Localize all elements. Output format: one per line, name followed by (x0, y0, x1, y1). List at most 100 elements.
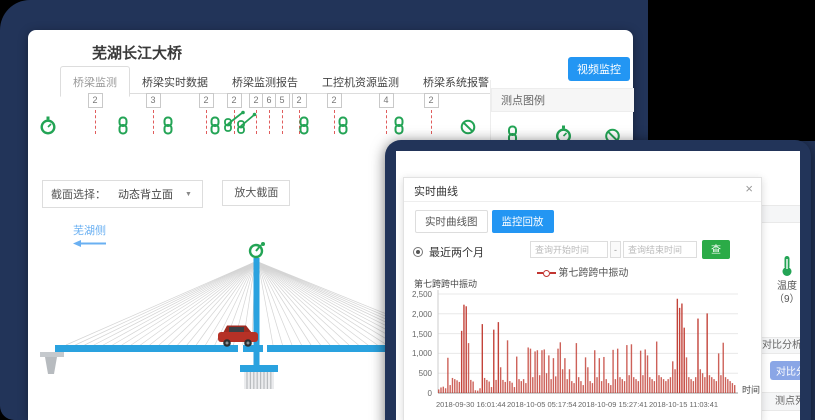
chart-bar (649, 377, 650, 393)
chart-bar (544, 349, 545, 393)
chart-bar (530, 349, 531, 393)
app-background: 芜湖长江大桥 桥梁监测桥梁实时数据桥梁监测报告工控机资源监测桥梁系统报警 视频监… (0, 0, 815, 420)
chart-bar (610, 385, 611, 393)
temperature-count: （9） (774, 290, 800, 305)
link-icon (393, 116, 406, 140)
bridge-pylon-stem (254, 352, 260, 365)
chart-bar (702, 373, 703, 393)
chart-bar (564, 358, 565, 393)
chart-bar (626, 345, 627, 393)
chart-bar (443, 387, 444, 393)
y-tick-label: 500 (404, 369, 432, 378)
chart-bar (684, 328, 685, 393)
dialog-tab-bar: 实时曲线图监控回放 (415, 210, 558, 233)
sensor-count-badge: 2 (292, 93, 307, 108)
section-selector-row: 截面选择： 动态背立面 ▼ 放大截面 (42, 180, 290, 206)
chart-bar (663, 379, 664, 393)
chart-bar (548, 355, 549, 393)
sensor-count-badge: 2 (88, 93, 103, 108)
chart-bar (622, 379, 623, 393)
chart-bar (569, 369, 570, 393)
sensor-count-badge: 2 (424, 93, 439, 108)
chevron-down-icon: ▼ (185, 191, 192, 198)
chart-bar (580, 381, 581, 393)
chart-bar (603, 357, 604, 393)
x-tick-label: 2018-09-30 16:01:44 (436, 400, 506, 409)
chart-bar (463, 305, 464, 393)
recent-range-radio-row: 最近两个月 (413, 244, 484, 260)
section-dropdown[interactable]: 动态背立面 ▼ (112, 186, 202, 202)
y-tick-label: 1,000 (404, 349, 432, 358)
chart-bar (720, 375, 721, 393)
chart-bar (507, 340, 508, 393)
chart-bar (454, 379, 455, 393)
clock-icon (40, 116, 57, 140)
dashed-line (153, 110, 154, 134)
chart-bar (700, 369, 701, 393)
x-tick-label: 2018-10-05 05:17:54 (507, 400, 577, 409)
chart-bar (688, 377, 689, 393)
chart-bar (681, 304, 682, 394)
chart-bar (550, 379, 551, 393)
chart-bar (470, 380, 471, 393)
chart-bar (518, 379, 519, 393)
end-time-input[interactable] (623, 241, 697, 258)
realtime-curve-dialog: 实时曲线 × 实时曲线图监控回放 最近两个月 - 查询 第七跨跨中振动 第七跨跨… (403, 177, 762, 420)
chart-bar (525, 383, 526, 393)
sensor-marker-dash[interactable]: 2 (82, 90, 108, 134)
chart-bar (686, 357, 687, 393)
chart-bar (587, 367, 588, 393)
chart-bar (466, 306, 467, 393)
chart-bar (477, 391, 478, 393)
chart-bar (596, 377, 597, 393)
dialog-tab-1[interactable]: 监控回放 (492, 210, 554, 233)
chart-bar (541, 350, 542, 393)
legend-series-name: 第七跨跨中振动 (558, 268, 628, 279)
video-monitor-button[interactable]: 视频监控 (568, 57, 630, 81)
dialog-tab-0[interactable]: 实时曲线图 (415, 210, 488, 233)
chart-bar (585, 357, 586, 393)
chart-bar (447, 358, 448, 393)
chart-bar (647, 355, 648, 393)
chart-bar (656, 342, 657, 393)
dashed-line (431, 110, 432, 134)
y-tick-label: 2,000 (404, 310, 432, 319)
chart-bar (488, 382, 489, 393)
chart-bar (479, 388, 480, 393)
bridge-deck (55, 345, 238, 352)
enlarge-section-button[interactable]: 放大截面 (222, 180, 290, 206)
chart-bar (645, 349, 646, 393)
start-time-input[interactable] (530, 241, 608, 258)
chart-bar (667, 379, 668, 393)
chart-bar (583, 385, 584, 393)
chart-bar (633, 377, 634, 393)
link-icon (298, 116, 311, 140)
radio-selected-icon[interactable] (413, 247, 423, 257)
chart-bar (658, 375, 659, 393)
chart-bar (640, 351, 641, 393)
sensor-count-badge: 2 (199, 93, 214, 108)
desktop-black-area (648, 0, 815, 141)
search-button[interactable]: 查询 (702, 240, 730, 259)
chart-bar (617, 349, 618, 393)
chart-bar (484, 378, 485, 393)
chart-bar (638, 381, 639, 393)
chart-bar (615, 379, 616, 393)
pylon-sensor-icon[interactable] (250, 242, 265, 257)
y-tick-label: 1,500 (404, 330, 432, 339)
chart-bar (532, 377, 533, 393)
chart-bar (493, 330, 494, 393)
link-icon (117, 116, 130, 140)
chart-bar (456, 380, 457, 393)
chart-bar (573, 383, 574, 393)
chart-bar (711, 377, 712, 393)
close-icon[interactable]: × (745, 181, 753, 196)
x-tick-label: 2018-10-15 11:03:41 (649, 400, 718, 409)
sensor-marker-dash[interactable]: 2 (418, 90, 444, 134)
compare-analysis-button[interactable]: 对比分析 (770, 361, 800, 380)
chart-bar (718, 353, 719, 393)
section-dropdown-value: 动态背立面 (118, 186, 173, 202)
chart-bar (713, 379, 714, 393)
link-icon (337, 116, 350, 140)
dashed-line (282, 110, 283, 134)
